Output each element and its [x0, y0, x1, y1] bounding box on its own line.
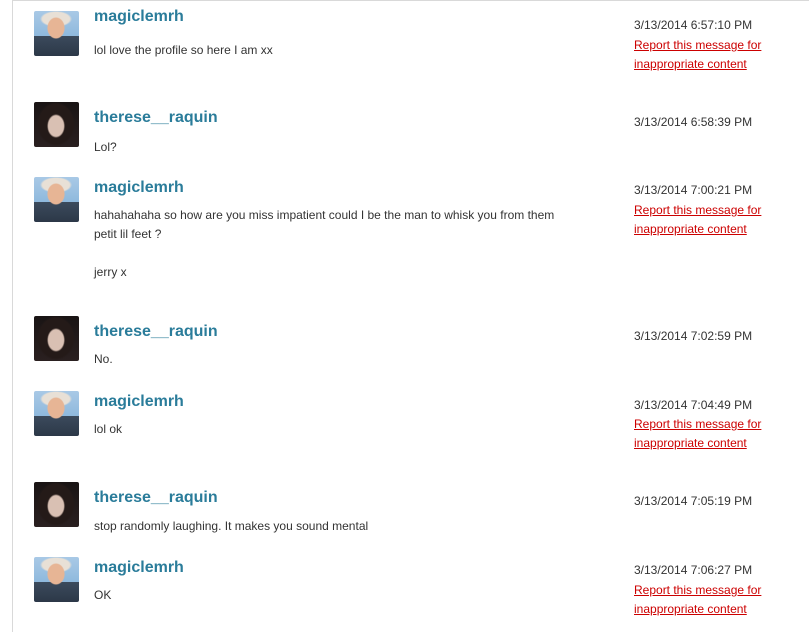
sender-name[interactable]: magiclemrh [94, 393, 184, 411]
sender-name[interactable]: therese__raquin [94, 109, 218, 127]
sender-name[interactable]: therese__raquin [94, 323, 218, 341]
avatar[interactable] [34, 177, 79, 222]
message-text: hahahahaha so how are you miss impatient… [94, 208, 555, 241]
report-message-link[interactable]: Report this message for inappropriate co… [634, 415, 794, 453]
message-timestamp: 3/13/2014 6:57:10 PM [634, 18, 753, 32]
message-timestamp: 3/13/2014 7:05:19 PM [634, 494, 753, 508]
report-message-link[interactable]: Report this message for inappropriate co… [634, 36, 794, 74]
message-text: Lol? [94, 140, 117, 154]
message-timestamp: 3/13/2014 7:04:49 PM [634, 398, 753, 412]
message-text: OK [94, 588, 112, 602]
sender-name[interactable]: magiclemrh [94, 559, 184, 577]
avatar[interactable] [34, 557, 79, 602]
message-timestamp: 3/13/2014 7:00:21 PM [634, 183, 753, 197]
avatar[interactable] [34, 391, 79, 436]
message-text: lol ok [94, 422, 123, 436]
message-text: stop randomly laughing. It makes you sou… [94, 519, 369, 533]
report-message-link[interactable]: Report this message for inappropriate co… [634, 201, 794, 239]
avatar[interactable] [34, 482, 79, 527]
avatar[interactable] [34, 102, 79, 147]
sender-name[interactable]: therese__raquin [94, 489, 218, 507]
message-text: lol love the profile so here I am xx [94, 43, 273, 57]
message-list-frame [12, 0, 809, 632]
sender-name[interactable]: magiclemrh [94, 179, 184, 197]
report-message-link[interactable]: Report this message for inappropriate co… [634, 581, 794, 619]
message-timestamp: 3/13/2014 7:02:59 PM [634, 329, 753, 343]
message-text: No. [94, 352, 113, 366]
message-text-signature: jerry x [94, 265, 127, 279]
message-timestamp: 3/13/2014 7:06:27 PM [634, 563, 753, 577]
message-timestamp: 3/13/2014 6:58:39 PM [634, 115, 753, 129]
avatar[interactable] [34, 316, 79, 361]
avatar[interactable] [34, 11, 79, 56]
sender-name[interactable]: magiclemrh [94, 8, 184, 26]
